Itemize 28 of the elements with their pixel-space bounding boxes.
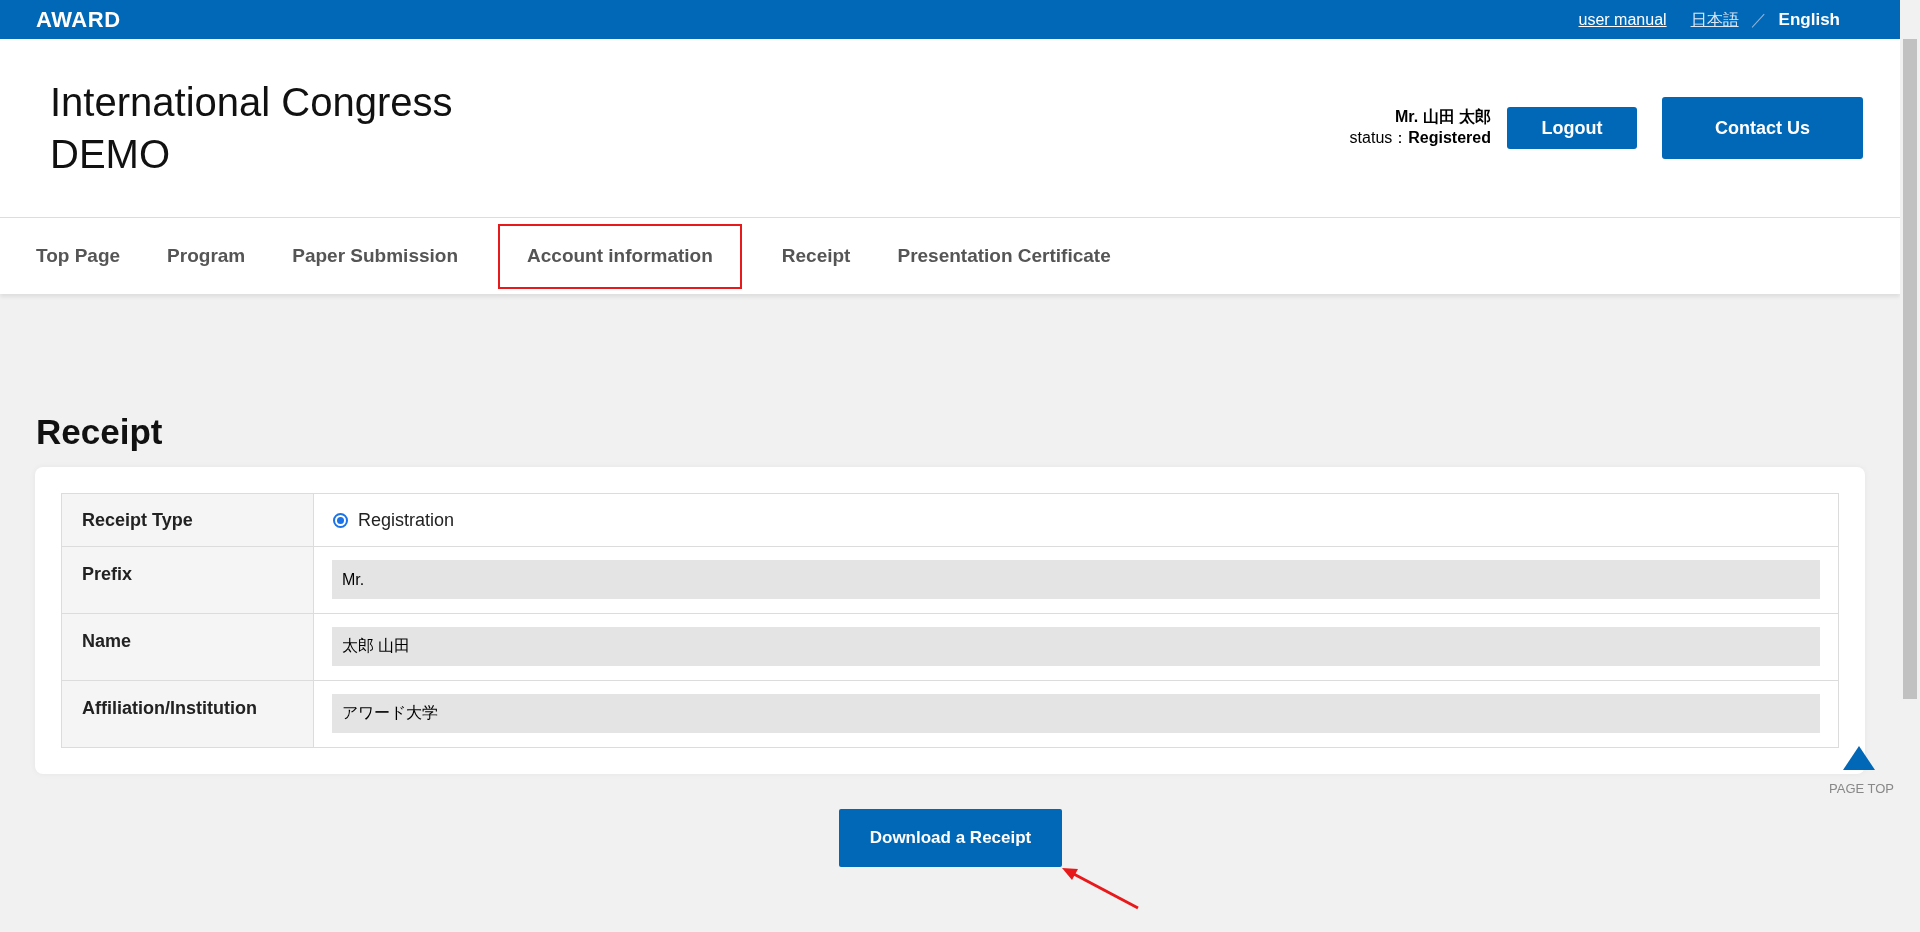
nav-link[interactable]: Top Page [31,225,126,287]
radio-label: Registration [358,508,455,532]
nav-link[interactable]: Receipt [776,225,856,287]
nav-link[interactable]: Paper Submission [287,225,464,287]
user-name: Mr. 山田 太郎 [1394,107,1491,128]
nav-link[interactable]: Program [162,225,251,287]
language-link[interactable]: 日本語 [1690,7,1739,32]
logout-button[interactable]: Logout [1507,107,1637,149]
download-button[interactable]: Download a Receipt [839,809,1062,867]
radio-button[interactable] [333,512,348,528]
user-status: status：Registered [1349,128,1491,148]
nav-link[interactable]: Presentation Certificate [892,225,1116,287]
logo: AWARD [36,6,121,34]
contact-button[interactable]: Contact Us [1662,97,1863,159]
manual-link[interactable]: user manual [1578,7,1667,32]
input-field[interactable]: 太郎 山田 [332,627,1820,666]
field-label: Affiliation/Institution [82,697,257,720]
field-label: Name [82,630,132,653]
input-field[interactable]: アワード大学 [332,694,1820,733]
field-label: Receipt Type [82,508,193,532]
language-separator: ／ [1750,9,1767,30]
input-field[interactable]: Mr. [332,560,1820,599]
page-title: Receipt [36,411,164,453]
field-label: Prefix [82,563,133,586]
nav-link[interactable]: Account information [500,225,740,287]
page-top-icon[interactable] [1843,746,1875,770]
language-link[interactable]: English [1778,6,1840,33]
congress-title: International Congress DEMO [50,79,453,178]
